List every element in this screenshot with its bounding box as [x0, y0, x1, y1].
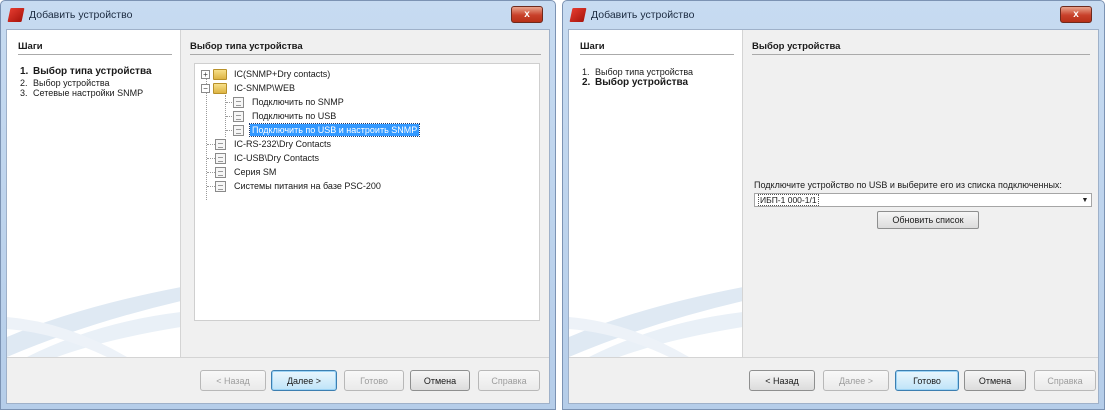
tree-connector [207, 158, 215, 159]
page-title: Выбор устройства [752, 41, 1090, 55]
tree-item-label: Подключить по USB [252, 111, 337, 121]
back-button[interactable]: < Назад [200, 370, 266, 391]
dialog-body: Шаги 1. Выбор типа устройства 2. Выбор у… [6, 29, 550, 404]
step-number: 2. [20, 77, 28, 88]
step-number: 3. [20, 88, 28, 98]
step-item: 1. Выбор типа устройства [582, 67, 693, 78]
add-device-dialog-right: Добавить устройство x Шаги 1. Выбор типа… [562, 0, 1105, 410]
chevron-down-icon[interactable]: ▼ [1079, 194, 1091, 206]
step-label: Выбор устройства [33, 77, 110, 88]
steps-list: 1. Выбор типа устройства 2. Выбор устрой… [20, 66, 152, 99]
back-button[interactable]: < Назад [749, 370, 815, 391]
steps-panel: Шаги 1. Выбор типа устройства 2. Выбор у… [7, 30, 181, 357]
folder-open-icon [213, 82, 227, 94]
decorative-swoosh-graphic [7, 287, 180, 357]
tree-item-sm-series[interactable]: Серия SM [215, 165, 278, 179]
tree-item-label: Системы питания на базе PSC-200 [234, 181, 381, 191]
cancel-button[interactable]: Отмена [410, 370, 470, 391]
device-icon [233, 124, 244, 136]
step-item: 2. Выбор устройства [582, 76, 693, 89]
main-panel: Выбор типа устройства + IC(SNMP+Dry cont… [182, 30, 549, 357]
folder-icon [213, 68, 227, 80]
app-logo-icon [569, 8, 587, 22]
tree-item-psc200[interactable]: Системы питания на базе PSC-200 [215, 179, 383, 193]
tree-item-label: IC-RS-232\Dry Contacts [234, 139, 332, 149]
window-title: Добавить устройство [29, 9, 133, 21]
next-button[interactable]: Далее > [271, 370, 337, 391]
finish-button[interactable]: Готово [895, 370, 959, 391]
device-icon [233, 96, 244, 108]
step-label: Сетевые настройки SNMP [33, 88, 144, 98]
collapse-minus-icon[interactable]: − [201, 83, 210, 93]
help-button[interactable]: Справка [478, 370, 540, 391]
tree-connector [207, 172, 215, 173]
tree-connector [207, 144, 215, 145]
step-label: Выбор типа устройства [33, 66, 152, 77]
add-device-dialog-left: Добавить устройство x Шаги 1. Выбор типа… [0, 0, 556, 410]
device-select-dropdown[interactable]: ИБП-1 000-1/1 ▼ [754, 193, 1092, 207]
tree-item-connect-snmp[interactable]: Подключить по SNMP [233, 95, 346, 109]
step-item: 2. Выбор устройства [20, 78, 152, 89]
steps-title: Шаги [580, 41, 734, 55]
window-title: Добавить устройство [591, 9, 695, 21]
main-panel: Выбор устройства Подключите устройство п… [744, 30, 1098, 357]
step-number: 1. [582, 67, 590, 77]
finish-button[interactable]: Готово [344, 370, 404, 391]
tree-item-label: Серия SM [234, 167, 277, 177]
close-button[interactable]: x [1060, 6, 1092, 23]
tree-item-label: IC-SNMP\WEB [234, 83, 296, 93]
tree-item-ic-snmp-dry[interactable]: + IC(SNMP+Dry contacts) [201, 67, 332, 81]
device-icon [233, 110, 244, 122]
refresh-list-button[interactable]: Обновить список [877, 211, 979, 229]
help-button[interactable]: Справка [1034, 370, 1096, 391]
expand-plus-icon[interactable]: + [201, 69, 210, 79]
tree-item-label: Подключить по SNMP [252, 97, 344, 107]
page-title: Выбор типа устройства [190, 41, 541, 55]
button-bar: < Назад Далее > Готово Отмена Справка [569, 357, 1098, 403]
steps-list: 1. Выбор типа устройства 2. Выбор устрой… [582, 67, 693, 88]
cancel-button[interactable]: Отмена [964, 370, 1026, 391]
step-item: 1. Выбор типа устройства [20, 66, 152, 78]
step-item: 3. Сетевые настройки SNMP [20, 88, 152, 99]
device-icon [215, 138, 226, 150]
tree-item-label: IC(SNMP+Dry contacts) [234, 69, 331, 79]
tree-item-ic-rs232[interactable]: IC-RS-232\Dry Contacts [215, 137, 333, 151]
step-number: 1. [20, 66, 29, 77]
device-select-prompt: Подключите устройство по USB и выберите … [754, 180, 1062, 190]
button-bar: < Назад Далее > Готово Отмена Справка [7, 357, 549, 403]
step-label: Выбор устройства [595, 76, 689, 88]
next-button[interactable]: Далее > [823, 370, 889, 391]
decorative-swoosh-graphic [569, 287, 742, 357]
device-icon [215, 166, 226, 178]
device-icon [215, 180, 226, 192]
device-select-value: ИБП-1 000-1/1 [758, 194, 819, 206]
steps-title: Шаги [18, 41, 172, 55]
tree-item-ic-snmp-web[interactable]: − IC-SNMP\WEB [201, 81, 297, 95]
close-button[interactable]: x [511, 6, 543, 23]
tree-item-label-selected: Подключить по USB и настроить SNMP [248, 123, 421, 137]
tree-connector [207, 186, 215, 187]
tree-item-connect-usb-snmp[interactable]: Подключить по USB и настроить SNMP [233, 123, 421, 137]
device-type-tree[interactable]: + IC(SNMP+Dry contacts) − IC-SNMP\WEB По… [194, 63, 540, 321]
tree-item-connect-usb[interactable]: Подключить по USB [233, 109, 338, 123]
step-label: Выбор типа устройства [595, 67, 694, 77]
steps-panel: Шаги 1. Выбор типа устройства 2. Выбор у… [569, 30, 743, 357]
app-logo-icon [7, 8, 25, 22]
tree-item-ic-usb[interactable]: IC-USB\Dry Contacts [215, 151, 321, 165]
dialog-body: Шаги 1. Выбор типа устройства 2. Выбор у… [568, 29, 1099, 404]
device-icon [215, 152, 226, 164]
title-bar[interactable]: Добавить устройство x [563, 1, 1104, 29]
tree-item-label: IC-USB\Dry Contacts [234, 153, 320, 163]
title-bar[interactable]: Добавить устройство x [1, 1, 555, 29]
step-number: 2. [582, 76, 591, 88]
